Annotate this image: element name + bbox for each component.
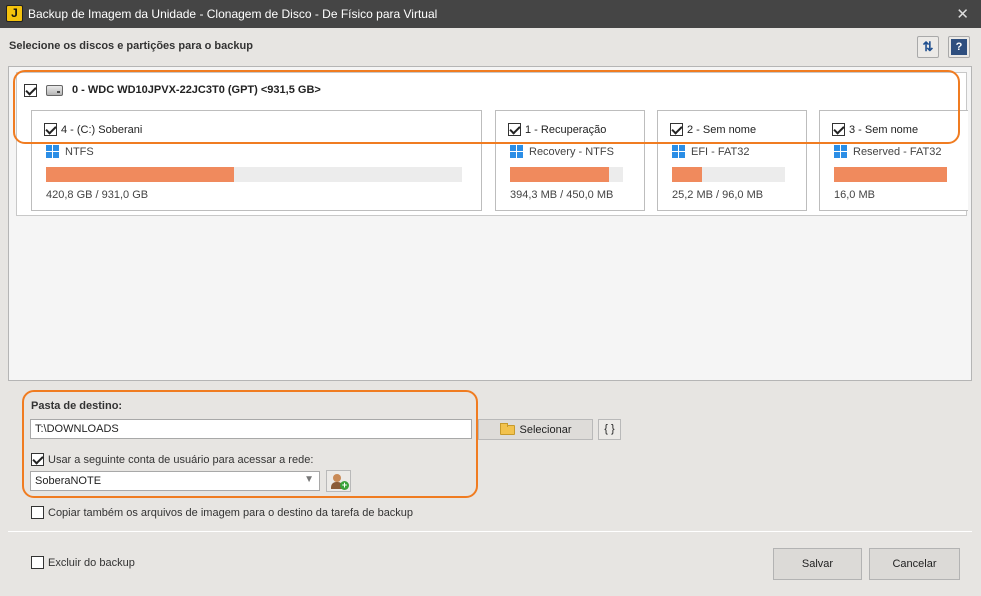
partition-usage: 420,8 GB / 931,0 GB (46, 189, 149, 201)
use-account-checkbox[interactable] (31, 453, 44, 466)
partition-filesystem: Recovery - NTFS (529, 145, 614, 158)
add-user-button[interactable]: + (326, 470, 351, 492)
usage-bar-fill (46, 167, 235, 182)
chevron-down-icon: ▼ (304, 474, 314, 485)
account-select[interactable]: SoberaNOTE ▼ (30, 471, 320, 491)
save-button[interactable]: Salvar (773, 548, 862, 580)
plus-icon: + (340, 480, 349, 490)
section-label: Selecione os discos e partições para o b… (9, 40, 253, 52)
refresh-icon: ⇅ (922, 39, 934, 54)
windows-icon (510, 145, 523, 158)
partition-label: 3 - Sem nome (849, 123, 919, 136)
use-account-row: Usar a seguinte conta de usuário para ac… (31, 453, 313, 466)
disk-panel: 0 - WDC WD10JPVX-22JC3T0 (GPT) <931,5 GB… (16, 72, 968, 216)
refresh-button[interactable]: ⇅ (917, 36, 939, 58)
app-logo-icon: J (6, 5, 23, 22)
partition-usage: 16,0 MB (834, 189, 875, 201)
divider (8, 531, 972, 532)
partition-label: 4 - (C:) Soberani (61, 123, 143, 136)
partition-label: 1 - Recuperação (525, 123, 607, 136)
disk-list-area: 0 - WDC WD10JPVX-22JC3T0 (GPT) <931,5 GB… (8, 66, 972, 381)
partition-card[interactable]: 1 - Recuperação Recovery - NTFS 394,3 MB… (495, 110, 645, 211)
partition-checkbox[interactable] (508, 123, 521, 136)
use-account-label: Usar a seguinte conta de usuário para ac… (48, 453, 314, 466)
usage-bar (672, 167, 785, 182)
destination-path-input[interactable] (30, 419, 472, 439)
close-icon[interactable]: ✕ (956, 5, 969, 23)
help-icon: ? (951, 39, 967, 55)
usage-bar (46, 167, 462, 182)
partition-filesystem: NTFS (65, 145, 94, 158)
exclude-row: Excluir do backup (31, 556, 135, 569)
select-folder-button[interactable]: Selecionar (478, 419, 593, 440)
hard-drive-icon (46, 84, 63, 96)
usage-bar (834, 167, 947, 182)
usage-bar-fill (510, 167, 609, 182)
cancel-button[interactable]: Cancelar (869, 548, 960, 580)
disk-title: 0 - WDC WD10JPVX-22JC3T0 (GPT) <931,5 GB… (72, 84, 321, 96)
usage-bar (510, 167, 623, 182)
windows-icon (672, 145, 685, 158)
partition-checkbox[interactable] (832, 123, 845, 136)
title-bar: J Backup de Imagem da Unidade - Clonagem… (0, 0, 981, 28)
variables-button[interactable]: { } (598, 419, 621, 440)
help-button[interactable]: ? (948, 36, 970, 58)
account-value: SoberaNOTE (35, 475, 102, 487)
partition-checkbox[interactable] (44, 123, 57, 136)
window-title: Backup de Imagem da Unidade - Clonagem d… (28, 7, 438, 21)
windows-icon (46, 145, 59, 158)
partition-label: 2 - Sem nome (687, 123, 757, 136)
destination-label: Pasta de destino: (31, 400, 123, 412)
partition-usage: 394,3 MB / 450,0 MB (510, 189, 614, 201)
partition-checkbox[interactable] (670, 123, 683, 136)
folder-icon (499, 422, 515, 435)
disk-header: 0 - WDC WD10JPVX-22JC3T0 (GPT) <931,5 GB… (24, 81, 321, 99)
user-icon (333, 474, 341, 482)
select-folder-label: Selecionar (519, 423, 572, 436)
copy-images-label: Copiar também os arquivos de imagem para… (48, 506, 414, 519)
usage-bar-fill (672, 167, 702, 182)
partition-usage: 25,2 MB / 96,0 MB (672, 189, 764, 201)
partition-card[interactable]: 2 - Sem nome EFI - FAT32 25,2 MB / 96,0 … (657, 110, 807, 211)
copy-images-row: Copiar também os arquivos de imagem para… (31, 506, 413, 519)
disk-checkbox[interactable] (24, 83, 37, 97)
exclude-checkbox[interactable] (31, 556, 44, 569)
partition-card[interactable]: 3 - Sem nome Reserved - FAT32 16,0 MB (819, 110, 968, 211)
windows-icon (834, 145, 847, 158)
copy-images-checkbox[interactable] (31, 506, 44, 519)
partition-filesystem: EFI - FAT32 (691, 145, 750, 158)
usage-bar-fill (834, 167, 947, 182)
exclude-label: Excluir do backup (48, 556, 135, 569)
partition-filesystem: Reserved - FAT32 (853, 145, 942, 158)
partition-card[interactable]: 4 - (C:) Soberani NTFS 420,8 GB / 931,0 … (31, 110, 482, 211)
